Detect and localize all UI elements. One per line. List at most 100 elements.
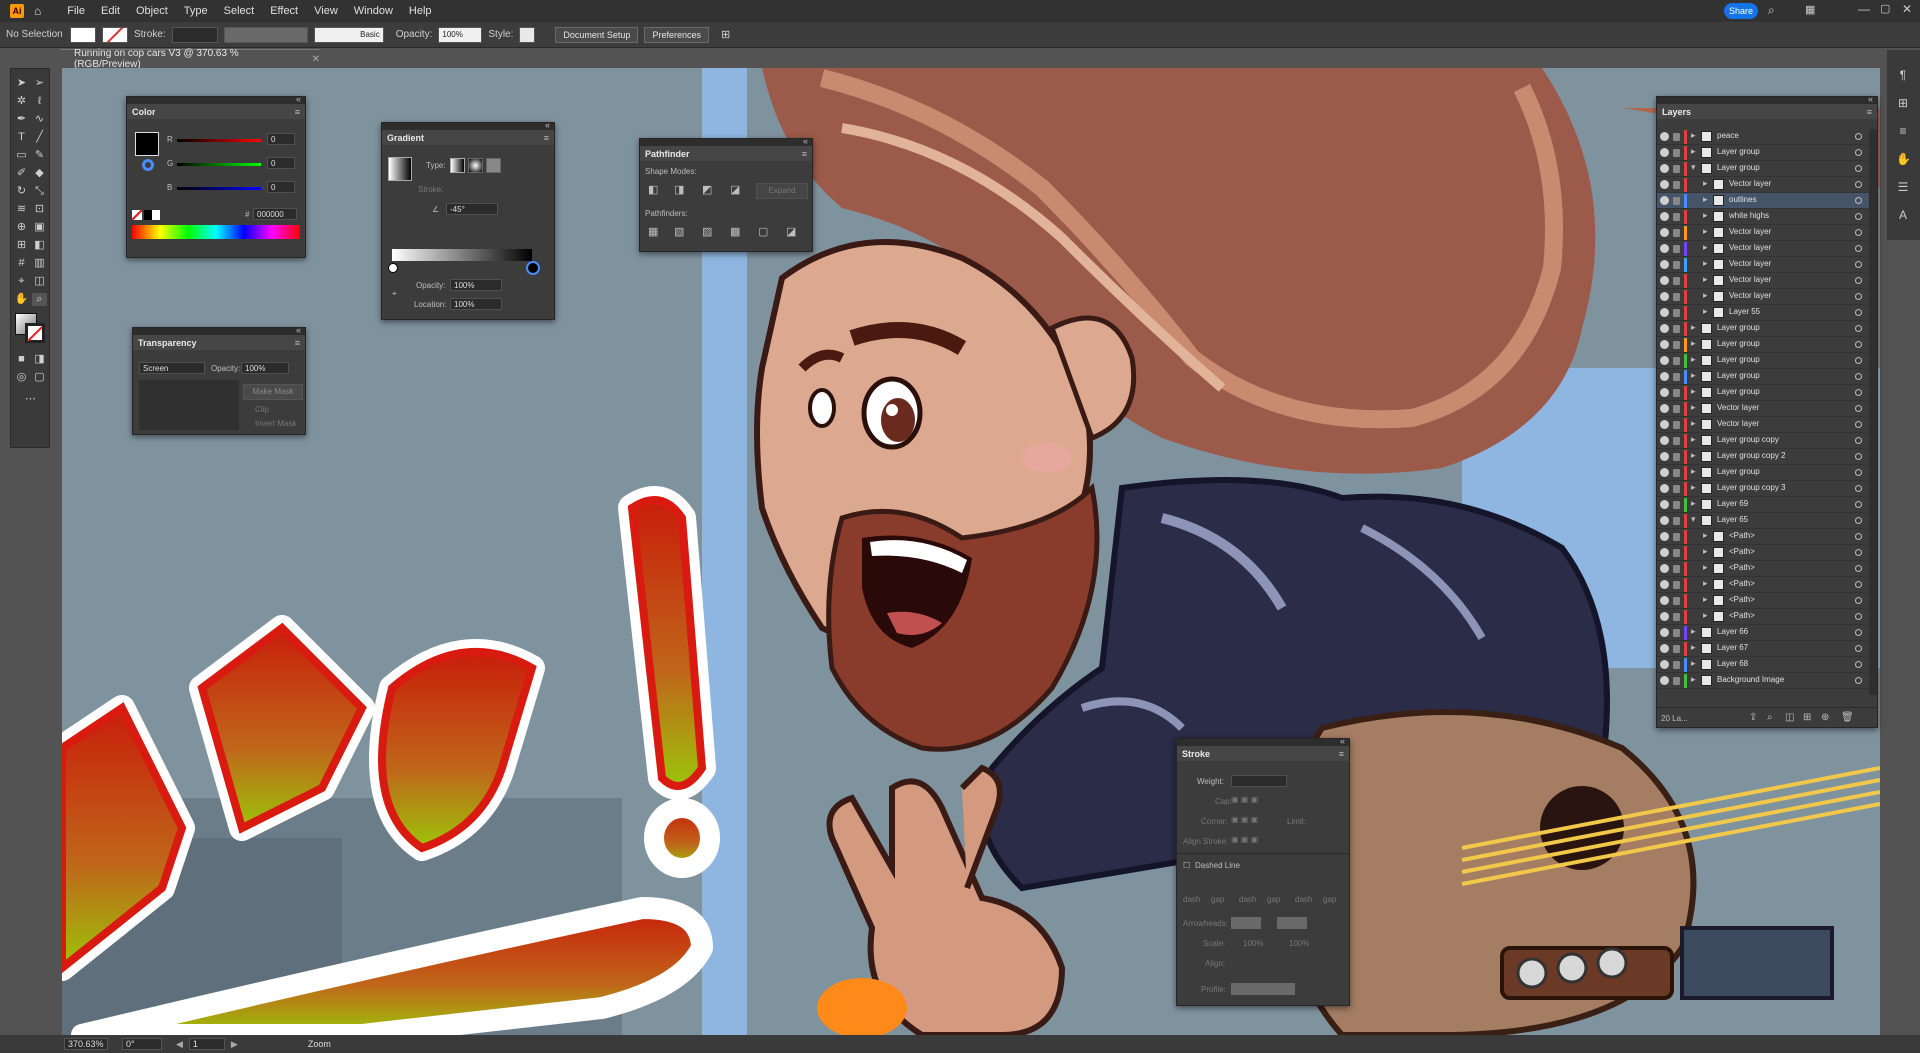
target-circle-icon[interactable] <box>1855 469 1862 476</box>
stroke-swatch-small[interactable] <box>142 159 154 171</box>
layer-row[interactable]: ▸ peace <box>1657 129 1869 145</box>
lock-icon[interactable] <box>1673 501 1680 509</box>
outline-icon[interactable]: ▢ <box>758 225 768 238</box>
unite-icon[interactable]: ◧ <box>648 183 658 196</box>
screen-mode-icon[interactable]: ▢ <box>32 371 47 384</box>
workspace-icon[interactable]: ▦ <box>1805 3 1815 16</box>
scale-end-value[interactable]: 100% <box>1289 939 1309 948</box>
target-circle-icon[interactable] <box>1855 133 1862 140</box>
layer-row[interactable]: ▸ Layer group copy <box>1657 433 1869 449</box>
visibility-eye-icon[interactable] <box>1660 228 1669 237</box>
panel-menu-icon[interactable]: ≡ <box>1867 107 1872 117</box>
blue-value-input[interactable]: 0 <box>267 181 295 193</box>
visibility-eye-icon[interactable] <box>1660 260 1669 269</box>
lock-icon[interactable] <box>1673 389 1680 397</box>
panel-collapse-icon[interactable]: « <box>296 94 301 104</box>
minimize-icon[interactable]: — <box>1858 2 1870 16</box>
target-circle-icon[interactable] <box>1855 213 1862 220</box>
blue-slider[interactable] <box>177 187 261 190</box>
stroke-swatch[interactable] <box>102 26 128 43</box>
visibility-eye-icon[interactable] <box>1660 164 1669 173</box>
align-stroke-buttons[interactable]: ▣ ▣ ▣ <box>1231 835 1258 844</box>
layer-row[interactable]: ▸ <Path> <box>1657 561 1869 577</box>
gradient-stop-white[interactable] <box>388 263 398 273</box>
chevron-down-icon[interactable]: ▾ <box>1691 162 1696 173</box>
target-circle-icon[interactable] <box>1855 517 1862 524</box>
dashed-line-checkbox[interactable]: ☐ <box>1183 861 1190 870</box>
green-slider[interactable] <box>177 163 261 166</box>
lock-icon[interactable] <box>1673 165 1680 173</box>
exclude-icon[interactable]: ◪ <box>730 183 740 196</box>
lock-icon[interactable] <box>1673 581 1680 589</box>
chevron-right-icon[interactable]: ▸ <box>1703 290 1708 301</box>
target-circle-icon[interactable] <box>1855 597 1862 604</box>
document-setup-button[interactable]: Document Setup <box>555 26 639 43</box>
chevron-right-icon[interactable]: ▸ <box>1691 354 1696 365</box>
lock-icon[interactable] <box>1673 181 1680 189</box>
collect-export-icon[interactable]: ⇪ <box>1749 712 1757 723</box>
new-layer-icon[interactable]: ⊕ <box>1821 712 1829 723</box>
end-arrowhead-select[interactable] <box>1277 917 1307 929</box>
visibility-eye-icon[interactable] <box>1660 340 1669 349</box>
target-circle-icon[interactable] <box>1855 261 1862 268</box>
target-circle-icon[interactable] <box>1855 613 1862 620</box>
fill-swatch[interactable] <box>70 26 96 43</box>
layer-row[interactable]: ▸ Vector layer <box>1657 257 1869 273</box>
prev-artboard-icon[interactable]: ◀ <box>176 1039 183 1050</box>
target-circle-icon[interactable] <box>1855 501 1862 508</box>
lock-icon[interactable] <box>1673 149 1680 157</box>
target-circle-icon[interactable] <box>1855 341 1862 348</box>
chevron-right-icon[interactable]: ▸ <box>1703 258 1708 269</box>
cap-buttons[interactable]: ▣ ▣ ▣ <box>1231 795 1258 804</box>
merge-icon[interactable]: ▨ <box>702 225 712 238</box>
chevron-right-icon[interactable]: ▸ <box>1691 130 1696 141</box>
home-icon[interactable]: ⌂ <box>34 4 41 18</box>
lock-icon[interactable] <box>1673 213 1680 221</box>
lock-icon[interactable] <box>1673 645 1680 653</box>
lock-icon[interactable] <box>1673 133 1680 141</box>
minus-back-icon[interactable]: ◪ <box>786 225 796 238</box>
panel-menu-icon[interactable]: ≡ <box>544 133 549 143</box>
chevron-right-icon[interactable]: ▸ <box>1691 370 1696 381</box>
panel-menu-icon[interactable]: ≡ <box>295 338 300 348</box>
opacity-input[interactable]: 100% <box>241 362 289 374</box>
chevron-right-icon[interactable]: ▸ <box>1691 642 1696 653</box>
fill-swatch-large[interactable] <box>135 132 159 156</box>
red-slider[interactable] <box>177 139 261 142</box>
shaper-tool-icon[interactable]: ✐ <box>14 167 29 180</box>
layer-row[interactable]: ▸ outlines <box>1657 193 1869 209</box>
target-circle-icon[interactable] <box>1855 293 1862 300</box>
none-swatch[interactable] <box>132 210 142 220</box>
target-circle-icon[interactable] <box>1855 165 1862 172</box>
target-circle-icon[interactable] <box>1855 629 1862 636</box>
graphic-style-swatch[interactable] <box>519 26 536 43</box>
location-input[interactable]: 100% <box>450 298 502 310</box>
layer-row[interactable]: ▸ Layer 68 <box>1657 657 1869 673</box>
lock-icon[interactable] <box>1673 357 1680 365</box>
gradient-opacity-input[interactable]: 100% <box>450 279 502 291</box>
minus-front-icon[interactable]: ◨ <box>674 183 684 196</box>
visibility-eye-icon[interactable] <box>1660 420 1669 429</box>
chevron-right-icon[interactable]: ▸ <box>1691 674 1696 685</box>
layer-row[interactable]: ▸ Vector layer <box>1657 273 1869 289</box>
lock-icon[interactable] <box>1673 453 1680 461</box>
visibility-eye-icon[interactable] <box>1660 196 1669 205</box>
angle-input[interactable]: -45° <box>446 203 498 215</box>
layer-row[interactable]: ▸ white highs <box>1657 209 1869 225</box>
layer-row[interactable]: ▸ <Path> <box>1657 545 1869 561</box>
tab-close-icon[interactable]: ✕ <box>312 54 320 65</box>
layer-row[interactable]: ▸ Layer group <box>1657 385 1869 401</box>
zoom-tool-icon[interactable]: ⌕ <box>32 293 47 306</box>
layer-row[interactable]: ▸ Vector layer <box>1657 241 1869 257</box>
green-value-input[interactable]: 0 <box>267 157 295 169</box>
layer-row[interactable]: ▸ <Path> <box>1657 529 1869 545</box>
visibility-eye-icon[interactable] <box>1660 356 1669 365</box>
color-spectrum[interactable] <box>132 225 300 239</box>
visibility-eye-icon[interactable] <box>1660 388 1669 397</box>
layer-row[interactable]: ▸ <Path> <box>1657 577 1869 593</box>
hand-tool-icon[interactable]: ✋ <box>14 293 29 306</box>
rotate-tool-icon[interactable]: ↻ <box>14 185 29 198</box>
layer-row[interactable]: ▸ Layer group <box>1657 465 1869 481</box>
target-circle-icon[interactable] <box>1855 181 1862 188</box>
close-icon[interactable]: ✕ <box>1902 2 1912 16</box>
